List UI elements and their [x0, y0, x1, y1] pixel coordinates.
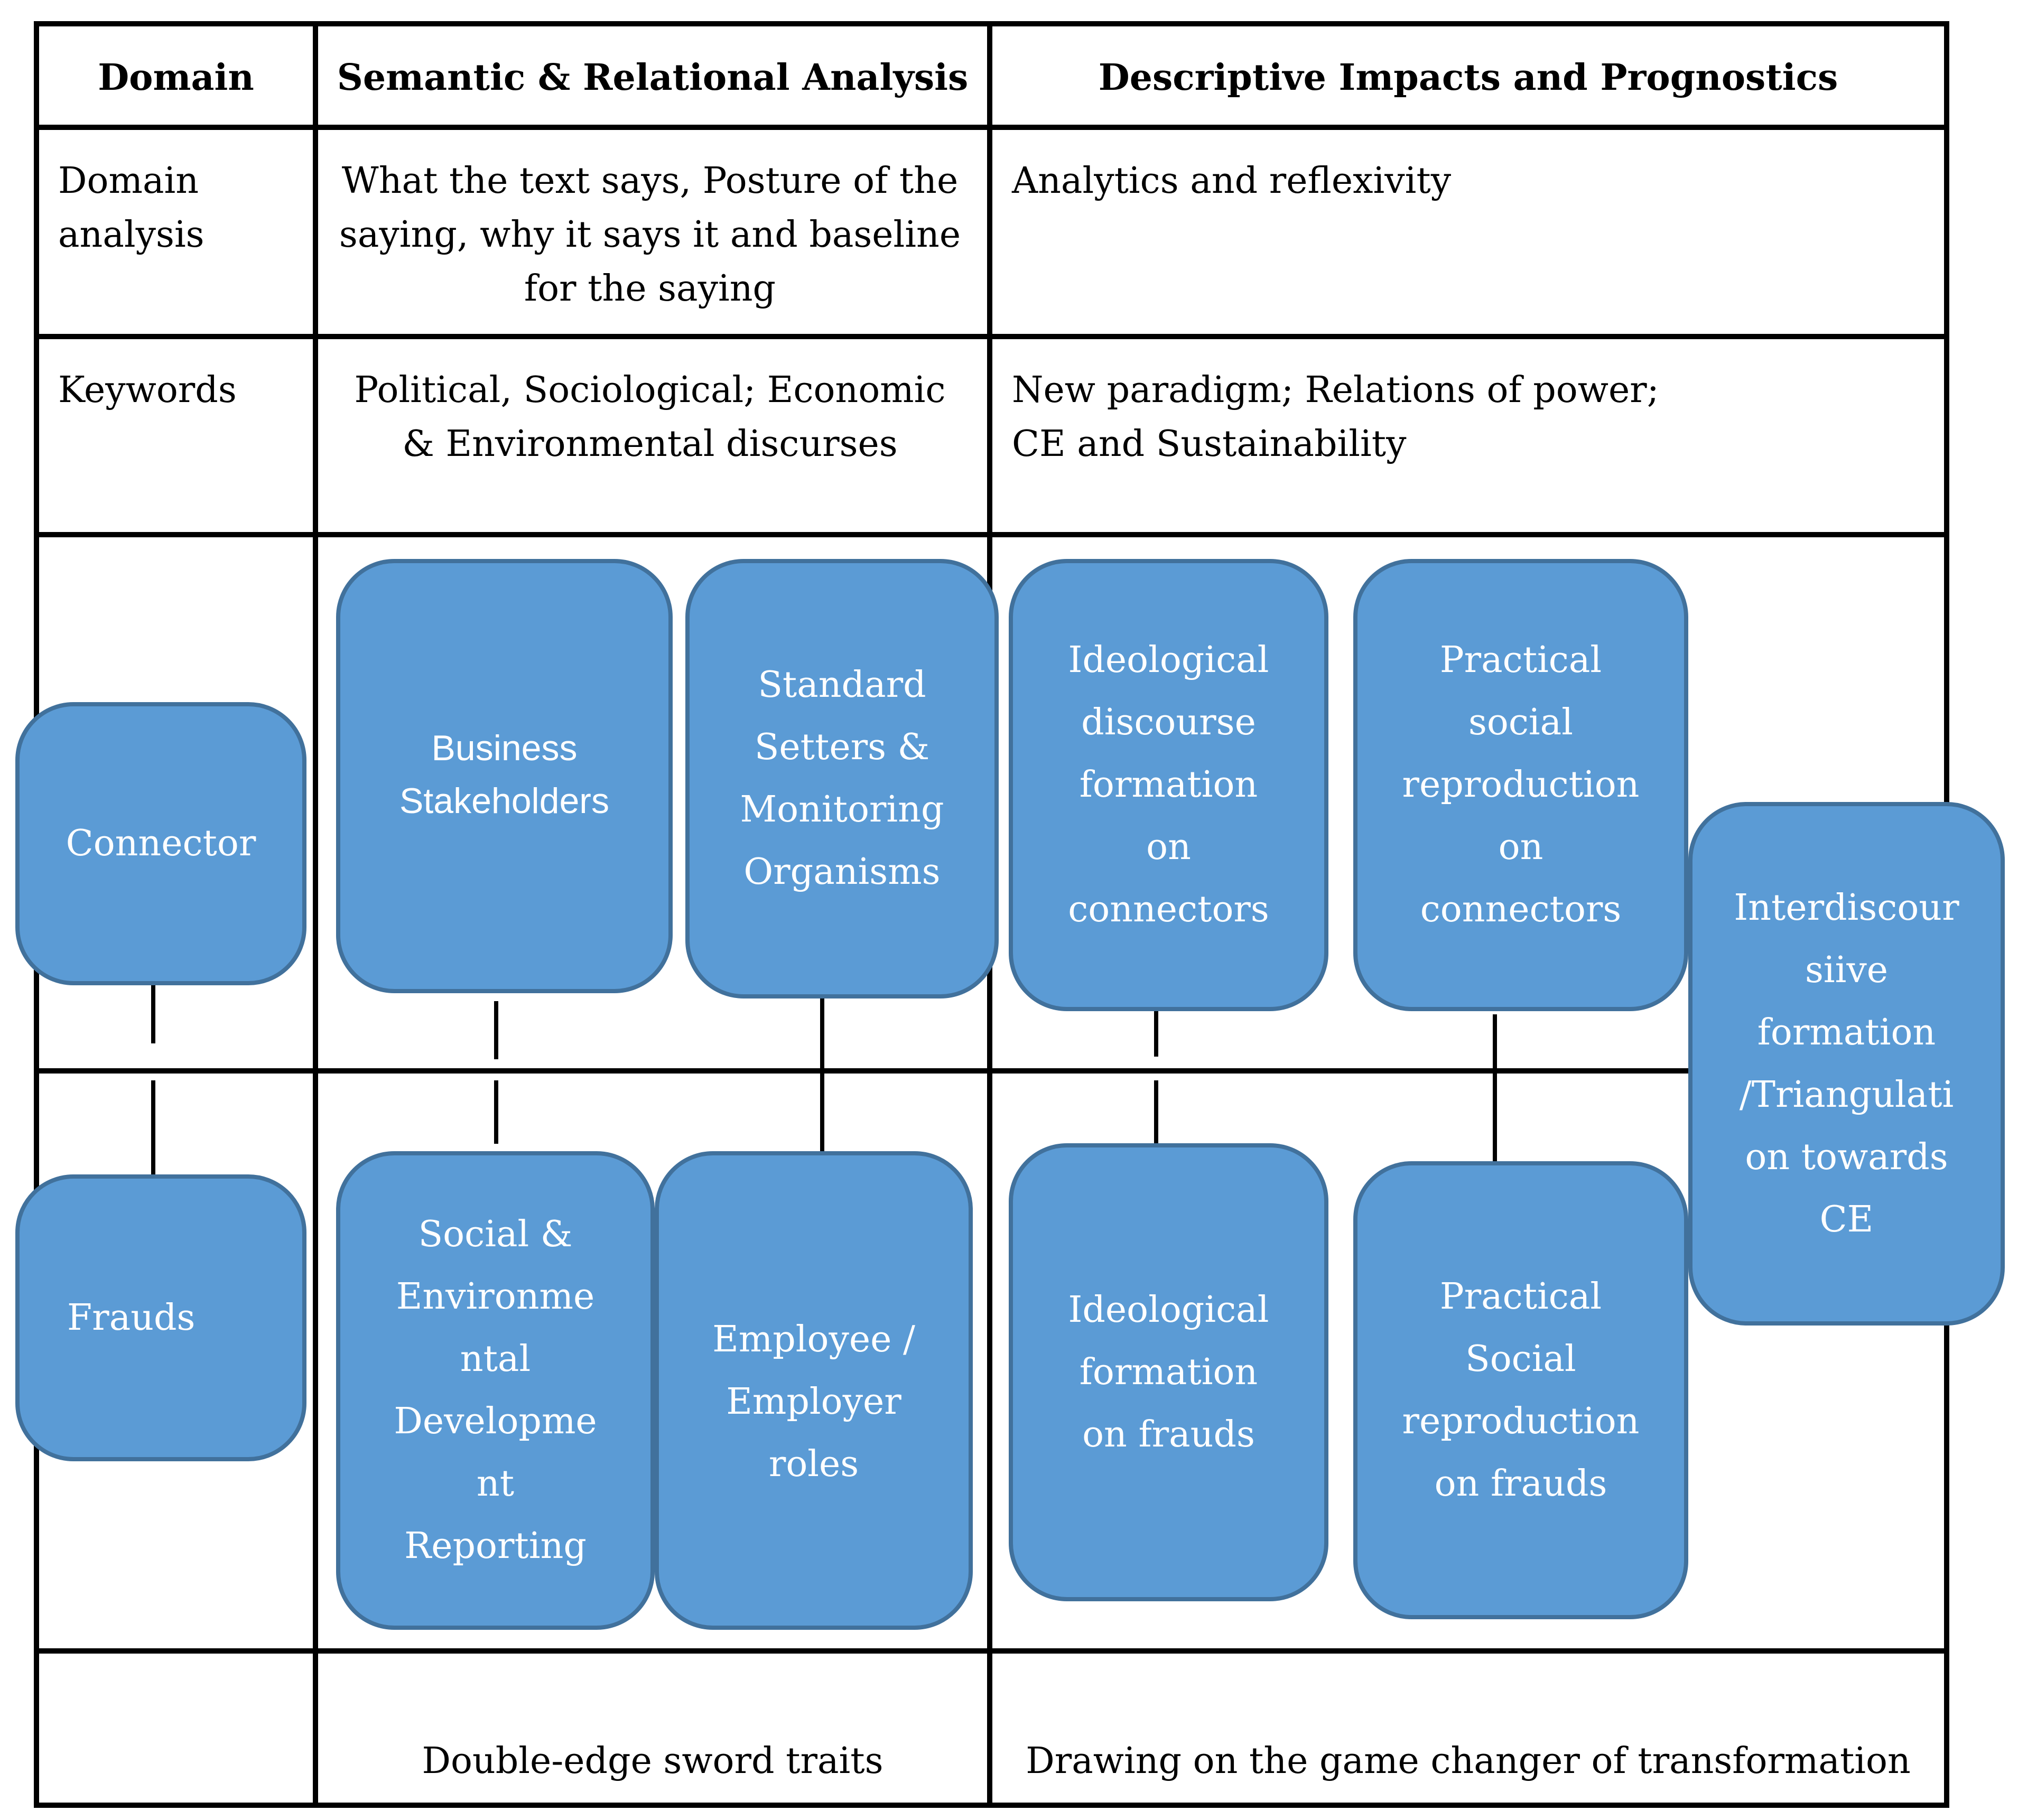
header-semantic-relational-analysis: Semantic & Relational Analysis — [337, 57, 969, 99]
link-connector-frauds-lower — [151, 1080, 155, 1175]
domain-analysis-descriptive: Analytics and reflexivity — [1012, 160, 1452, 202]
box-interdiscursive-formation: Interdiscour siive formation /Triangulat… — [1688, 802, 2005, 1326]
header-descriptive-impacts: Descriptive Impacts and Prognostics — [1098, 57, 1838, 99]
box-practical-social-frauds: Practical Social reproduction on frauds — [1353, 1161, 1688, 1619]
link-practical — [1493, 1014, 1497, 1162]
row-label-keywords: Keywords — [58, 369, 237, 411]
box-practical-social-connectors: Practical social reproduction on connect… — [1353, 559, 1688, 1011]
box-social-environmental-reporting: Social & Environme ntal Developme nt Rep… — [336, 1151, 655, 1630]
link-ideological-upper — [1154, 1004, 1158, 1057]
column-divider-1 — [313, 21, 318, 1808]
keywords-descriptive: New paradigm; Relations of power; CE and… — [1012, 369, 1659, 465]
box-business-stakeholders: Business Stakeholders — [336, 559, 673, 993]
domain-analysis-semantic: What the text says, Posture of the sayin… — [339, 160, 961, 310]
box-connector: Connector — [15, 702, 306, 985]
footer-descriptive: Drawing on the game changer of transform… — [1026, 1740, 1911, 1782]
row-label-domain-analysis: Domain analysis — [58, 160, 204, 256]
link-connector-frauds-upper — [151, 985, 155, 1043]
link-ideological-lower — [1154, 1080, 1158, 1144]
link-business-social-upper — [494, 1001, 498, 1059]
header-domain: Domain — [98, 57, 254, 99]
keywords-semantic: Political, Sociological; Economic & Envi… — [354, 369, 946, 465]
link-business-social-lower — [494, 1080, 498, 1144]
box-ideological-discourse-connectors: Ideological discourse formation on conne… — [1009, 559, 1328, 1011]
link-standard-employee — [820, 993, 824, 1160]
footer-semantic: Double-edge sword traits — [422, 1740, 884, 1782]
box-employee-employer-roles: Employee / Employer roles — [655, 1151, 973, 1630]
box-frauds: Frauds — [15, 1174, 306, 1461]
row-divider-4 — [34, 1068, 1693, 1074]
box-standard-setters: Standard Setters & Monitoring Organisms — [685, 559, 999, 998]
box-ideological-formation-frauds: Ideological formation on frauds — [1009, 1143, 1328, 1601]
